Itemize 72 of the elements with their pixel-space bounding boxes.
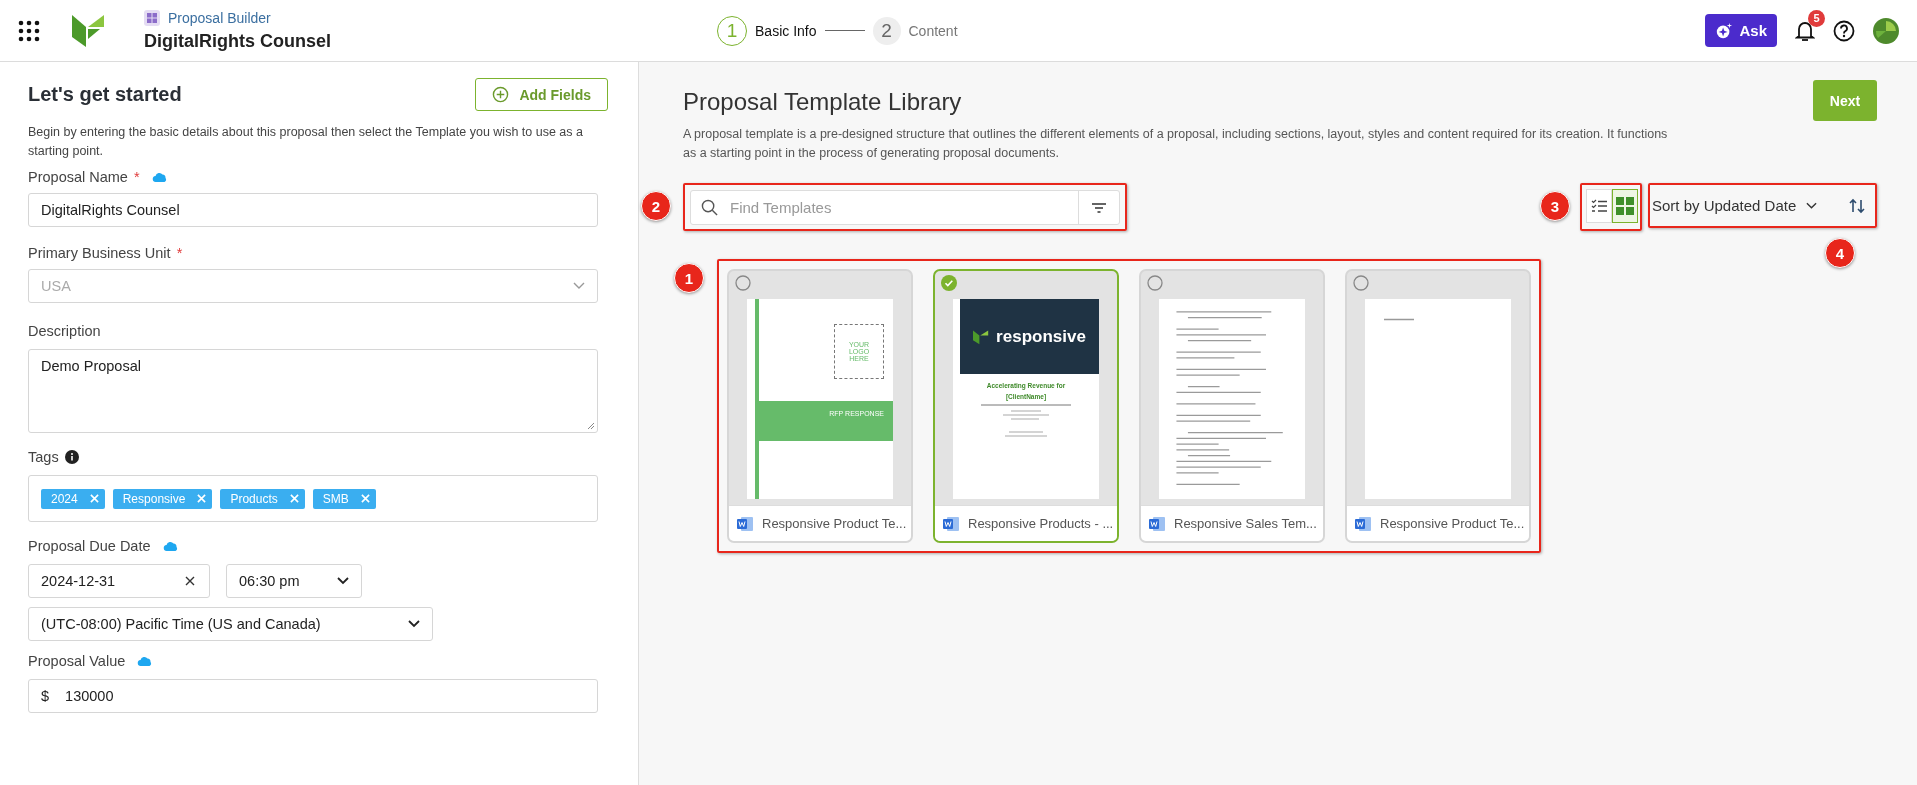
proposal-title: DigitalRights Counsel <box>144 30 331 52</box>
timezone-select[interactable]: (UTC-08:00) Pacific Time (US and Canada) <box>28 607 433 641</box>
time-select[interactable]: 06:30 pm <box>226 564 362 598</box>
template-card[interactable]: Responsive Sales Tem... <box>1139 269 1325 543</box>
list-view-button[interactable] <box>1586 189 1612 223</box>
word-document-icon <box>1149 515 1165 532</box>
radio-icon[interactable] <box>735 275 751 291</box>
search-field[interactable]: Find Templates <box>690 190 1120 225</box>
library-title: Proposal Template Library <box>683 88 963 116</box>
date-field[interactable]: 2024-12-31 <box>28 564 210 598</box>
plus-circle-icon <box>492 86 510 103</box>
help-icon[interactable] <box>1833 19 1855 42</box>
form-heading: Let's get started <box>28 83 182 106</box>
chevron-down-icon <box>1806 201 1818 210</box>
template-name: Responsive Product Te... <box>1380 516 1525 531</box>
step[interactable]: 2 Content <box>872 16 958 45</box>
field-label: Tags <box>28 449 59 465</box>
remove-icon[interactable] <box>360 494 370 503</box>
word-document-icon <box>1355 515 1371 532</box>
step[interactable]: 1 Basic Info <box>717 15 817 46</box>
template-name: Responsive Products - ... <box>968 516 1114 531</box>
sparkle-icon <box>1715 21 1734 40</box>
library-description: A proposal template is a pre-designed structure that outlines the different elements of a proposal, including sections, layout, styles and content required for its creation. It functions as a starting point in the process of generating proposal documents. <box>683 126 1669 162</box>
template-card[interactable]: Responsive Product Te... <box>1345 269 1531 543</box>
remove-icon[interactable] <box>289 494 299 503</box>
field-label: Proposal Value <box>28 653 126 669</box>
field-label: Primary Business Unit <box>28 245 171 261</box>
module-icon <box>144 9 160 26</box>
clear-icon[interactable] <box>185 576 195 586</box>
annotation-badge: 1 <box>674 263 704 293</box>
chevron-down-icon <box>573 282 585 290</box>
intro-text: Begin by entering the basic details about this proposal then select the Template you wish to use as a starting point. <box>28 124 584 160</box>
app-grid-icon[interactable] <box>18 19 40 42</box>
annotation-badge: 3 <box>1540 191 1570 221</box>
notification-badge: 5 <box>1808 9 1825 27</box>
field-label: Description <box>28 323 101 339</box>
grid-icon <box>1616 197 1634 215</box>
required-asterisk: * <box>133 169 140 185</box>
module-name: Proposal Builder <box>168 9 271 26</box>
annotation-badge: 4 <box>1825 238 1855 268</box>
radio-icon[interactable] <box>1147 275 1163 291</box>
remove-icon[interactable] <box>197 494 207 503</box>
word-document-icon <box>943 515 959 532</box>
checked-icon[interactable] <box>941 275 957 291</box>
template-name: Responsive Sales Tem... <box>1174 516 1317 531</box>
currency-field[interactable]: $ 130000 <box>28 679 598 713</box>
resize-grip-icon[interactable] <box>587 422 595 430</box>
filter-icon[interactable] <box>1092 202 1106 213</box>
required-asterisk: * <box>176 245 183 261</box>
remove-icon[interactable] <box>89 494 99 503</box>
radio-icon[interactable] <box>1353 275 1369 291</box>
info-icon[interactable] <box>64 450 79 464</box>
brand-banner: responsive <box>960 299 1099 374</box>
chevron-down-icon <box>408 620 420 628</box>
sort-order-icon[interactable] <box>1849 197 1865 214</box>
annotation-badge: 2 <box>641 191 671 221</box>
bell-icon[interactable] <box>1795 19 1815 42</box>
field-label: Proposal Due Date <box>28 538 151 554</box>
textarea-field[interactable]: Demo Proposal <box>28 349 598 433</box>
ask-button[interactable]: Ask <box>1705 14 1777 47</box>
brand-logo-icon <box>973 328 990 345</box>
search-icon <box>701 199 718 216</box>
word-document-icon <box>737 515 753 532</box>
checklist-icon <box>1591 199 1607 213</box>
grid-view-button[interactable] <box>1612 189 1638 223</box>
field-label: Proposal Name <box>28 169 128 185</box>
text-line-drawing <box>1384 318 1414 321</box>
chevron-down-icon <box>337 577 349 585</box>
logo-icon <box>70 12 106 49</box>
text-field[interactable]: DigitalRights Counsel <box>28 193 598 227</box>
avatar-icon[interactable] <box>1873 17 1899 44</box>
template-name: Responsive Product Te... <box>762 516 907 531</box>
